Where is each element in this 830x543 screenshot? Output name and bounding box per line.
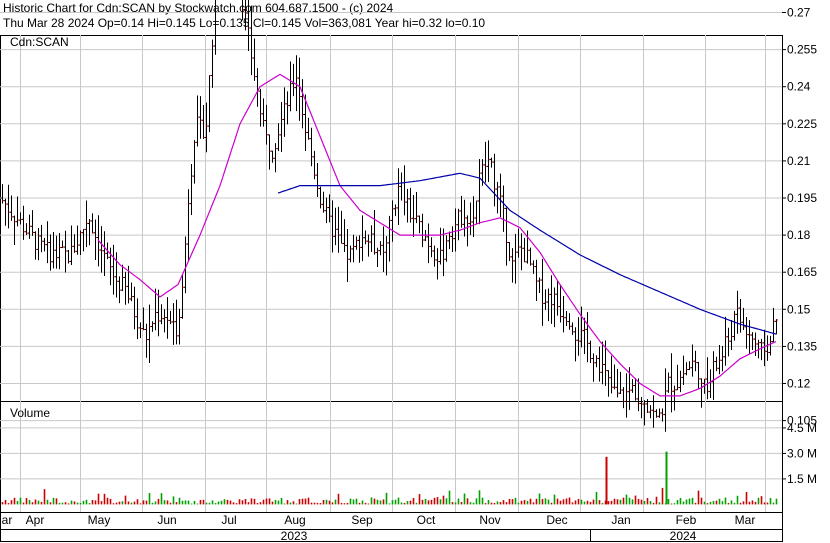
price-tick-label: 0.225 [787, 117, 817, 131]
price-tick-label: 0.21 [787, 154, 811, 168]
price-tick-label: 0.24 [787, 80, 811, 94]
price-tick-label: 0.255 [787, 43, 817, 57]
year-axis-frame [0, 529, 783, 542]
month-label: ar [2, 513, 13, 527]
price-tick-label: 0.15 [787, 302, 811, 316]
month-label: Aug [284, 513, 305, 527]
month-label: Dec [546, 513, 567, 527]
month-label: Mar [735, 513, 756, 527]
price-tick-label: 0.18 [787, 228, 811, 242]
month-label: Jun [157, 513, 176, 527]
price-tick-label: 0.27 [787, 6, 811, 20]
month-label: Feb [676, 513, 697, 527]
volume-tick-label: 4.5 M [787, 421, 817, 435]
month-axis-frame [0, 512, 783, 530]
price-tick-label: 0.195 [787, 191, 817, 205]
volume-tick-label: 1.5 M [787, 472, 817, 486]
volume-label: Volume [10, 406, 50, 420]
price-tick-label: 0.135 [787, 339, 817, 353]
year-label: 2024 [670, 529, 697, 543]
month-label: Apr [26, 513, 45, 527]
month-label: Nov [479, 513, 500, 527]
year-label: 2023 [281, 529, 308, 543]
price-chart: ar Apr May Jun Jul Aug Sep Oct Nov Dec Jan Feb Mar 20… [0, 0, 817, 543]
volume-tick-label: 3.0 M [787, 446, 817, 460]
price-tick-label: 0.12 [787, 376, 811, 390]
month-label: Jul [221, 513, 236, 527]
symbol-label: Cdn:SCAN [10, 35, 69, 49]
month-label: May [88, 513, 111, 527]
month-label: Jan [611, 513, 630, 527]
month-label: Oct [417, 513, 436, 527]
price-tick-label: 0.165 [787, 265, 817, 279]
month-label: Sep [351, 513, 373, 527]
